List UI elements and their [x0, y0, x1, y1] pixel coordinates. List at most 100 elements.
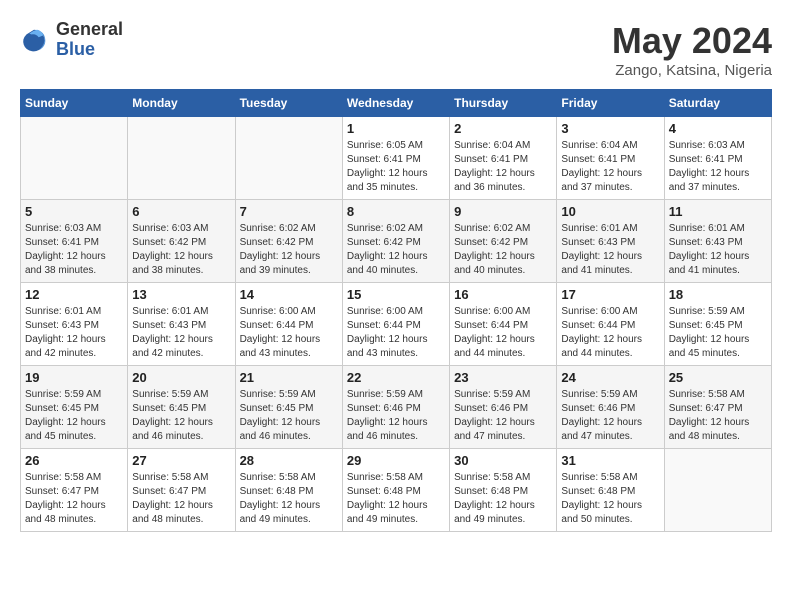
day-number: 6: [132, 204, 230, 219]
day-info: Sunrise: 6:03 AM Sunset: 6:41 PM Dayligh…: [669, 139, 767, 195]
day-info: Sunrise: 5:59 AM Sunset: 6:46 PM Dayligh…: [561, 388, 659, 444]
day-info: Sunrise: 5:59 AM Sunset: 6:45 PM Dayligh…: [132, 388, 230, 444]
day-number: 31: [561, 453, 659, 468]
day-info: Sunrise: 6:02 AM Sunset: 6:42 PM Dayligh…: [454, 222, 552, 278]
day-cell: [235, 117, 342, 200]
day-cell: 7 Sunrise: 6:02 AM Sunset: 6:42 PM Daylig…: [235, 200, 342, 283]
calendar-subtitle: Zango, Katsina, Nigeria: [612, 62, 772, 79]
day-cell: 3Sunrise: 6:04 AM Sunset: 6:41 PM Daylig…: [557, 117, 664, 200]
day-cell: 24 Sunrise: 5:59 AM Sunset: 6:46 PM Dayli…: [557, 366, 664, 449]
day-info: Sunrise: 5:58 AM Sunset: 6:47 PM Dayligh…: [132, 471, 230, 527]
day-number: 4: [669, 121, 767, 136]
day-number: 19: [25, 370, 123, 385]
logo-text: General Blue: [56, 20, 123, 60]
day-cell: 12 Sunrise: 6:01 AM Sunset: 6:43 PM Dayli…: [21, 283, 128, 366]
day-number: 5: [25, 204, 123, 219]
day-number: 13: [132, 287, 230, 302]
day-info: Sunrise: 6:01 AM Sunset: 6:43 PM Dayligh…: [561, 222, 659, 278]
header-saturday: Saturday: [664, 90, 771, 117]
day-cell: 6 Sunrise: 6:03 AM Sunset: 6:42 PM Daylig…: [128, 200, 235, 283]
day-cell: 22 Sunrise: 5:59 AM Sunset: 6:46 PM Dayli…: [342, 366, 449, 449]
day-cell: 29 Sunrise: 5:58 AM Sunset: 6:48 PM Dayli…: [342, 449, 449, 532]
day-number: 7: [240, 204, 338, 219]
logo-icon: [20, 26, 48, 54]
day-cell: 11 Sunrise: 6:01 AM Sunset: 6:43 PM Dayli…: [664, 200, 771, 283]
day-cell: 23Sunrise: 5:59 AM Sunset: 6:46 PM Dayli…: [450, 366, 557, 449]
day-info: Sunrise: 5:59 AM Sunset: 6:45 PM Dayligh…: [25, 388, 123, 444]
day-cell: 14 Sunrise: 6:00 AM Sunset: 6:44 PM Dayli…: [235, 283, 342, 366]
day-info: Sunrise: 5:58 AM Sunset: 6:48 PM Dayligh…: [347, 471, 445, 527]
day-cell: 2 Sunrise: 6:04 AM Sunset: 6:41 PM Daylig…: [450, 117, 557, 200]
day-number: 9: [454, 204, 552, 219]
day-number: 26: [25, 453, 123, 468]
day-info: Sunrise: 5:58 AM Sunset: 6:48 PM Dayligh…: [561, 471, 659, 527]
day-number: 21: [240, 370, 338, 385]
day-number: 16: [454, 287, 552, 302]
day-cell: 5 Sunrise: 6:03 AM Sunset: 6:41 PM Daylig…: [21, 200, 128, 283]
day-info: Sunrise: 5:59 AM Sunset: 6:46 PM Dayligh…: [454, 388, 552, 444]
day-info: Sunrise: 5:59 AM Sunset: 6:46 PM Dayligh…: [347, 388, 445, 444]
day-number: 14: [240, 287, 338, 302]
header-wednesday: Wednesday: [342, 90, 449, 117]
day-cell: 21 Sunrise: 5:59 AM Sunset: 6:45 PM Dayli…: [235, 366, 342, 449]
week-row-4: 19 Sunrise: 5:59 AM Sunset: 6:45 PM Dayli…: [21, 366, 772, 449]
day-info: Sunrise: 6:00 AM Sunset: 6:44 PM Dayligh…: [454, 305, 552, 361]
day-info: Sunrise: 6:04 AM Sunset: 6:41 PM Dayligh…: [561, 139, 659, 195]
day-info: Sunrise: 6:00 AM Sunset: 6:44 PM Dayligh…: [561, 305, 659, 361]
day-number: 27: [132, 453, 230, 468]
day-number: 10: [561, 204, 659, 219]
day-number: 22: [347, 370, 445, 385]
day-cell: 13 Sunrise: 6:01 AM Sunset: 6:43 PM Dayli…: [128, 283, 235, 366]
day-info: Sunrise: 6:04 AM Sunset: 6:41 PM Dayligh…: [454, 139, 552, 195]
day-info: Sunrise: 6:00 AM Sunset: 6:44 PM Dayligh…: [240, 305, 338, 361]
day-number: 2: [454, 121, 552, 136]
day-number: 30: [454, 453, 552, 468]
day-info: Sunrise: 6:01 AM Sunset: 6:43 PM Dayligh…: [132, 305, 230, 361]
day-cell: 30 Sunrise: 5:58 AM Sunset: 6:48 PM Dayli…: [450, 449, 557, 532]
day-info: Sunrise: 5:58 AM Sunset: 6:48 PM Dayligh…: [454, 471, 552, 527]
day-number: 11: [669, 204, 767, 219]
header-thursday: Thursday: [450, 90, 557, 117]
day-cell: 20 Sunrise: 5:59 AM Sunset: 6:45 PM Dayli…: [128, 366, 235, 449]
title-area: May 2024 Zango, Katsina, Nigeria: [612, 20, 772, 79]
day-cell: 19 Sunrise: 5:59 AM Sunset: 6:45 PM Dayli…: [21, 366, 128, 449]
week-row-3: 12 Sunrise: 6:01 AM Sunset: 6:43 PM Dayli…: [21, 283, 772, 366]
header-monday: Monday: [128, 90, 235, 117]
logo: General Blue: [20, 20, 123, 60]
day-number: 24: [561, 370, 659, 385]
logo-blue-text: Blue: [56, 40, 123, 60]
day-cell: [21, 117, 128, 200]
header-friday: Friday: [557, 90, 664, 117]
day-info: Sunrise: 6:02 AM Sunset: 6:42 PM Dayligh…: [347, 222, 445, 278]
day-cell: 9 Sunrise: 6:02 AM Sunset: 6:42 PM Daylig…: [450, 200, 557, 283]
day-cell: 15 Sunrise: 6:00 AM Sunset: 6:44 PM Dayli…: [342, 283, 449, 366]
day-number: 15: [347, 287, 445, 302]
header-sunday: Sunday: [21, 90, 128, 117]
day-info: Sunrise: 6:05 AM Sunset: 6:41 PM Dayligh…: [347, 139, 445, 195]
day-cell: [664, 449, 771, 532]
day-info: Sunrise: 6:01 AM Sunset: 6:43 PM Dayligh…: [25, 305, 123, 361]
day-info: Sunrise: 6:02 AM Sunset: 6:42 PM Dayligh…: [240, 222, 338, 278]
weekday-header-row: Sunday Monday Tuesday Wednesday Thursday…: [21, 90, 772, 117]
day-info: Sunrise: 5:58 AM Sunset: 6:48 PM Dayligh…: [240, 471, 338, 527]
day-number: 28: [240, 453, 338, 468]
day-info: Sunrise: 6:01 AM Sunset: 6:43 PM Dayligh…: [669, 222, 767, 278]
day-cell: 1Sunrise: 6:05 AM Sunset: 6:41 PM Daylig…: [342, 117, 449, 200]
calendar-title: May 2024: [612, 20, 772, 62]
day-number: 29: [347, 453, 445, 468]
day-number: 12: [25, 287, 123, 302]
day-info: Sunrise: 6:00 AM Sunset: 6:44 PM Dayligh…: [347, 305, 445, 361]
day-cell: 4 Sunrise: 6:03 AM Sunset: 6:41 PM Daylig…: [664, 117, 771, 200]
day-cell: 27 Sunrise: 5:58 AM Sunset: 6:47 PM Dayli…: [128, 449, 235, 532]
day-info: Sunrise: 5:59 AM Sunset: 6:45 PM Dayligh…: [240, 388, 338, 444]
day-info: Sunrise: 6:03 AM Sunset: 6:42 PM Dayligh…: [132, 222, 230, 278]
day-info: Sunrise: 5:58 AM Sunset: 6:47 PM Dayligh…: [25, 471, 123, 527]
day-cell: 18Sunrise: 5:59 AM Sunset: 6:45 PM Dayli…: [664, 283, 771, 366]
day-number: 17: [561, 287, 659, 302]
day-number: 20: [132, 370, 230, 385]
logo-general-text: General: [56, 20, 123, 40]
day-info: Sunrise: 5:59 AM Sunset: 6:45 PM Dayligh…: [669, 305, 767, 361]
day-cell: 8Sunrise: 6:02 AM Sunset: 6:42 PM Daylig…: [342, 200, 449, 283]
day-info: Sunrise: 6:03 AM Sunset: 6:41 PM Dayligh…: [25, 222, 123, 278]
day-cell: 31 Sunrise: 5:58 AM Sunset: 6:48 PM Dayli…: [557, 449, 664, 532]
